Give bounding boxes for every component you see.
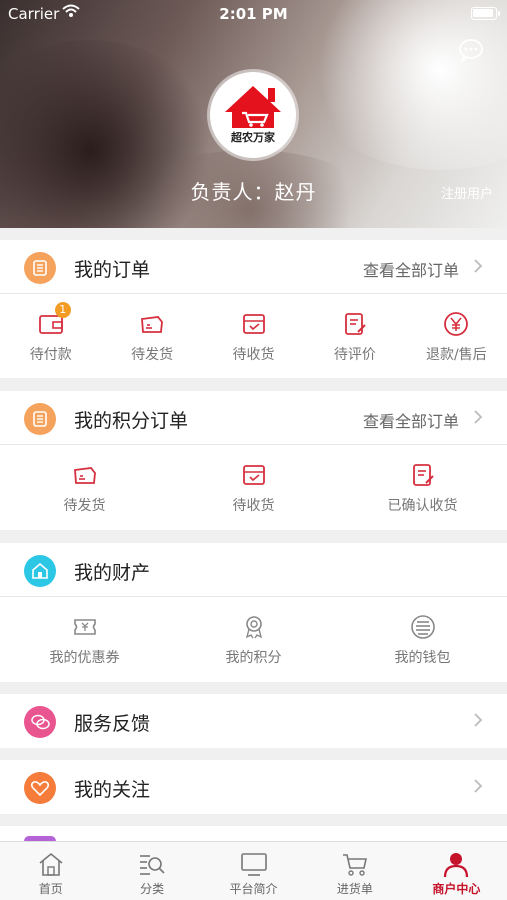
tab-platform-intro[interactable]: 平台简介 <box>203 842 304 900</box>
cart-icon <box>342 854 367 876</box>
order-status-label: 待发货 <box>131 347 174 363</box>
truck-icon <box>141 316 164 333</box>
orders-status-grid: 1 待付款 待发货 待收货 待评价 退款/售后 <box>0 294 507 364</box>
order-status-label: 待评价 <box>333 347 376 363</box>
yen-icon <box>444 312 469 336</box>
assets-header: 我的财产 <box>0 543 507 597</box>
pending-payment-badge: 1 <box>54 302 71 318</box>
points-orders-grid: 待发货 待收货 已确认收货 <box>0 445 507 515</box>
asset-points[interactable]: 我的积分 <box>169 597 338 667</box>
tab-label: 商户中心 <box>432 882 481 896</box>
status-time: 2:01 PM <box>219 5 288 23</box>
battery-icon <box>471 7 500 20</box>
category-search-icon <box>140 855 165 875</box>
user-icon <box>444 853 469 878</box>
tab-cart[interactable]: 进货单 <box>304 842 405 900</box>
status-bar: Carrier 2:01 PM <box>0 0 507 28</box>
chevron-right-icon <box>474 259 483 273</box>
assets-section: 我的财产 我的优惠券 我的积分 我的钱包 <box>0 543 507 682</box>
assets-title: 我的财产 <box>74 562 151 584</box>
tab-bar: 首页 分类 平台简介 进货单 商户中心 <box>0 841 507 900</box>
asset-coupons[interactable]: 我的优惠券 <box>0 597 169 667</box>
orders-title: 我的订单 <box>74 259 151 281</box>
view-all-points-orders-link[interactable]: 查看全部订单 <box>363 408 459 432</box>
points-order-label: 待收货 <box>232 498 275 514</box>
points-order-received[interactable]: 已确认收货 <box>338 445 507 515</box>
order-status-label: 待付款 <box>29 347 72 363</box>
tab-label: 平台简介 <box>229 882 278 896</box>
orders-section: 我的订单 查看全部订单 1 待付款 待发货 待收货 待评价 退款/售后 <box>0 240 507 378</box>
order-status-pending-shipment[interactable]: 待发货 <box>101 294 202 364</box>
review-icon <box>412 464 434 486</box>
points-orders-header[interactable]: 我的积分订单 查看全部订单 <box>0 391 507 445</box>
heart-icon <box>24 772 56 804</box>
box-icon <box>242 465 265 485</box>
store-logo[interactable]: 超农万家 <box>210 72 296 158</box>
logo-text: 超农万家 <box>231 131 275 144</box>
monitor-icon <box>240 853 267 876</box>
order-status-pending-review[interactable]: 待评价 <box>304 294 405 364</box>
coins-icon <box>410 615 435 639</box>
points-orders-title: 我的积分订单 <box>74 410 189 432</box>
profile-header: Carrier 2:01 PM 超农万家 负责人：赵丹 注册用户 <box>0 0 507 228</box>
box-icon <box>242 314 265 334</box>
tab-home[interactable]: 首页 <box>0 842 101 900</box>
chevron-right-icon <box>474 410 483 424</box>
points-order-label: 待发货 <box>63 498 106 514</box>
view-all-orders-link[interactable]: 查看全部订单 <box>363 257 459 281</box>
asset-label: 我的积分 <box>225 650 282 666</box>
chevron-right-icon <box>474 713 483 727</box>
tab-label: 进货单 <box>336 882 373 896</box>
truck-icon <box>73 467 96 484</box>
asset-wallet[interactable]: 我的钱包 <box>338 597 507 667</box>
order-status-pending-receipt[interactable]: 待收货 <box>203 294 304 364</box>
asset-label: 我的优惠券 <box>49 650 120 666</box>
assets-grid: 我的优惠券 我的积分 我的钱包 <box>0 597 507 667</box>
orders-header[interactable]: 我的订单 查看全部订单 <box>0 240 507 294</box>
order-list-icon <box>24 252 56 284</box>
home-asset-icon <box>24 555 56 587</box>
points-order-pending-receipt[interactable]: 待收货 <box>169 445 338 515</box>
register-link[interactable]: 注册用户 <box>441 183 493 202</box>
points-orders-section: 我的积分订单 查看全部订单 待发货 待收货 已确认收货 <box>0 391 507 530</box>
points-order-label: 已确认收货 <box>387 498 458 514</box>
feedback-row[interactable]: 服务反馈 <box>0 694 507 748</box>
follow-title: 我的关注 <box>74 779 151 801</box>
chevron-right-icon <box>474 779 483 793</box>
review-icon <box>345 313 366 335</box>
order-list-icon <box>24 403 56 435</box>
next-row-partial <box>0 826 507 841</box>
coupon-icon <box>73 619 96 635</box>
tab-label: 分类 <box>140 882 165 896</box>
follow-row[interactable]: 我的关注 <box>0 760 507 814</box>
feedback-title: 服务反馈 <box>74 713 151 735</box>
medal-icon <box>245 616 262 639</box>
order-status-label: 待收货 <box>232 347 275 363</box>
asset-label: 我的钱包 <box>394 650 451 666</box>
house-cart-logo-icon <box>225 86 281 128</box>
tab-merchant-center[interactable]: 商户中心 <box>406 842 507 900</box>
message-icon[interactable] <box>458 38 484 62</box>
order-status-refund[interactable]: 退款/售后 <box>406 294 507 364</box>
owner-name: 负责人：赵丹 <box>190 180 317 204</box>
order-status-label: 退款/售后 <box>425 347 487 363</box>
home-icon <box>39 852 63 876</box>
tab-label: 首页 <box>38 882 63 896</box>
points-order-pending-shipment[interactable]: 待发货 <box>0 445 169 515</box>
tab-category[interactable]: 分类 <box>101 842 202 900</box>
order-status-pending-payment[interactable]: 1 待付款 <box>0 294 101 364</box>
chat-bubbles-icon <box>24 706 56 738</box>
